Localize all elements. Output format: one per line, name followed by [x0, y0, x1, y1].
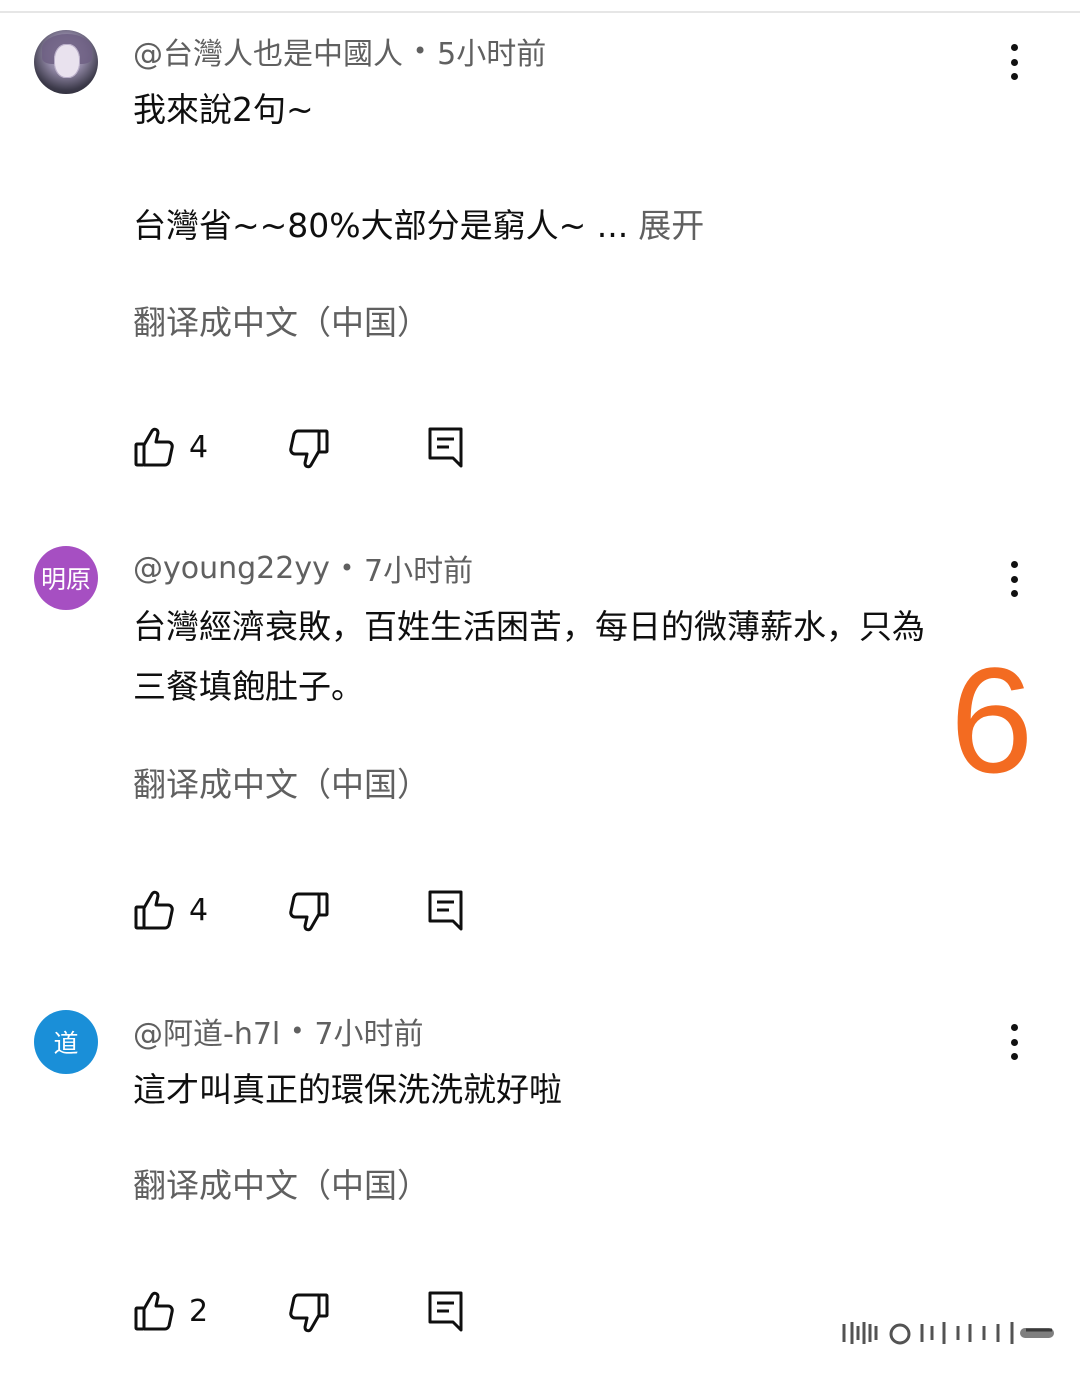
reply-comment-icon — [428, 890, 463, 931]
like-count: 4 — [189, 429, 209, 465]
thumbs-down-icon — [289, 1293, 329, 1333]
username[interactable]: @阿道-h7l — [133, 1009, 280, 1053]
avatar-initials: 道 — [53, 1029, 79, 1058]
avatar[interactable]: 道 — [34, 1010, 98, 1074]
reply-button[interactable] — [427, 426, 465, 468]
avatar[interactable]: 明原 — [34, 546, 98, 610]
thumbs-up-icon — [134, 1291, 174, 1331]
dislike-button[interactable] — [288, 891, 330, 933]
like-button[interactable]: 4 — [133, 426, 208, 468]
translate-link[interactable]: 翻译成中文（中国） — [133, 758, 430, 806]
username[interactable]: @young22yy — [133, 551, 330, 586]
comment-text-line: 我來說2句~ — [133, 90, 314, 129]
separator-dot: • — [339, 554, 355, 582]
watermark-graphic — [842, 1322, 1054, 1345]
thumbs-up-icon — [134, 890, 174, 930]
comment-meta: @阿道-h7l • 7小时前 — [133, 1009, 424, 1053]
comment-meta: @young22yy • 7小时前 — [133, 548, 474, 590]
avatar-face — [54, 44, 80, 78]
comment-text-line-content: 台灣省~~80%大部分是窮人~ ... — [133, 206, 629, 245]
thumbs-up-icon — [134, 427, 174, 467]
comment-text-line: 這才叫真正的環保洗洗就好啦 — [133, 1070, 562, 1109]
like-count: 2 — [189, 1293, 209, 1329]
dislike-button[interactable] — [288, 428, 330, 470]
timestamp: 5小时前 — [437, 37, 547, 72]
comment-text-line: 三餐填飽肚子。 — [133, 667, 364, 706]
reply-comment-icon — [428, 427, 463, 468]
avatar-initials: 明原 — [40, 565, 91, 594]
more-options-icon[interactable] — [996, 1022, 1032, 1062]
overlay-number: 6 — [950, 636, 1034, 804]
more-options-icon[interactable] — [996, 559, 1032, 599]
expand-link[interactable]: 展开 — [638, 206, 704, 245]
comment-text-line: 台灣經濟衰敗，百姓生活困苦，每日的微薄薪水，只為 — [133, 607, 925, 646]
timestamp: 7小时前 — [364, 554, 474, 589]
dislike-button[interactable] — [288, 1292, 330, 1334]
thumbs-down-icon — [289, 892, 329, 932]
comment-text-line: 台灣省~~80%大部分是窮人~ ... 展开 — [133, 196, 704, 256]
comment-meta: @台灣人也是中國人 • 5小时前 — [133, 29, 547, 73]
more-options-icon[interactable] — [996, 42, 1032, 82]
separator-dot: • — [413, 37, 428, 65]
translate-link[interactable]: 翻译成中文（中国） — [133, 1159, 430, 1207]
timestamp: 7小时前 — [314, 1017, 424, 1052]
username[interactable]: @台灣人也是中國人 — [133, 29, 403, 73]
like-button[interactable]: 4 — [133, 889, 208, 931]
avatar[interactable] — [34, 30, 98, 94]
top-divider — [0, 11, 1080, 13]
translate-link[interactable]: 翻译成中文（中国） — [133, 296, 430, 344]
separator-dot: • — [290, 1017, 305, 1045]
reply-button[interactable] — [427, 889, 465, 931]
thumbs-down-icon — [289, 429, 329, 469]
reply-button[interactable] — [427, 1290, 465, 1332]
like-count: 4 — [189, 892, 209, 928]
like-button[interactable]: 2 — [133, 1290, 208, 1332]
reply-comment-icon — [428, 1291, 463, 1332]
